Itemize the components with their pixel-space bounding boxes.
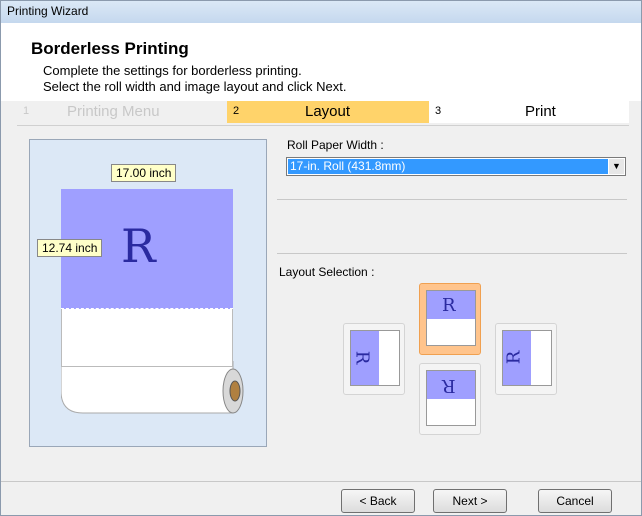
layout-option-rotate-right[interactable]: R: [495, 323, 557, 395]
divider: [277, 199, 627, 200]
step-layout: 2 Layout: [227, 101, 429, 123]
layout-letter: R: [442, 295, 456, 316]
back-button[interactable]: < Back: [341, 489, 415, 513]
divider: [277, 253, 627, 254]
step-indicator: 1 Printing Menu 2 Layout 3 Print: [17, 101, 629, 123]
chevron-down-icon[interactable]: ▼: [609, 159, 624, 174]
layout-thumbnail: R: [426, 290, 476, 346]
layout-letter: R: [503, 350, 525, 365]
step-label: Printing Menu: [67, 103, 160, 120]
step-label: Print: [525, 103, 556, 120]
roll-width-value: 17-in. Roll (431.8mm): [288, 159, 608, 174]
layout-option-rotate-left[interactable]: R: [343, 323, 405, 395]
step-arrow-icon: [217, 101, 227, 123]
layout-option-upside-down[interactable]: R: [419, 363, 481, 435]
step-number: 3: [435, 105, 442, 117]
next-button[interactable]: Next >: [433, 489, 507, 513]
layout-option-upright[interactable]: R: [419, 283, 481, 355]
header-panel: Borderless Printing Complete the setting…: [1, 23, 641, 101]
step-printing-menu: 1 Printing Menu: [17, 101, 229, 123]
image-width-label: 17.00 inch: [111, 164, 177, 182]
layout-thumbnail: R: [502, 330, 552, 386]
page-title: Borderless Printing: [31, 39, 189, 58]
roll-width-label: Roll Paper Width :: [287, 138, 384, 152]
instruction-line-2: Select the roll width and image layout a…: [43, 79, 347, 94]
step-number: 2: [233, 105, 240, 117]
instruction-line-1: Complete the settings for borderless pri…: [43, 63, 302, 78]
layout-letter: R: [442, 375, 456, 396]
window-title: Printing Wizard: [1, 1, 641, 23]
wizard-window: Printing Wizard Borderless Printing Comp…: [0, 0, 642, 516]
roll-width-select[interactable]: 17-in. Roll (431.8mm) ▼: [286, 157, 626, 176]
cancel-button[interactable]: Cancel: [538, 489, 612, 513]
divider: [1, 481, 641, 482]
image-height-label: 12.74 inch: [37, 239, 103, 257]
paper-roll-icon: [61, 361, 244, 414]
preview-letter: R: [121, 219, 156, 273]
layout-thumbnail: R: [350, 330, 400, 386]
layout-letter: R: [351, 350, 373, 365]
step-print: 3 Print: [429, 101, 629, 123]
step-number: 1: [23, 105, 30, 117]
layout-thumbnail: R: [426, 370, 476, 426]
step-label: Layout: [305, 103, 351, 120]
layout-selection-label: Layout Selection :: [279, 265, 375, 279]
